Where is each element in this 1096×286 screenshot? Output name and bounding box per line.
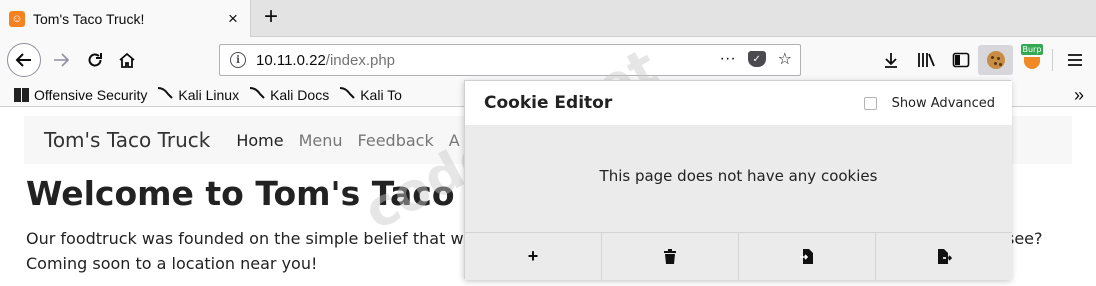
import-button[interactable] bbox=[739, 232, 876, 280]
sidebar-icon[interactable] bbox=[943, 45, 978, 75]
show-advanced-toggle[interactable]: Show Advanced bbox=[863, 96, 995, 111]
bookmark-label: Kali Linux bbox=[178, 86, 240, 103]
bookmark-label: Kali To bbox=[360, 86, 402, 103]
new-tab-button[interactable]: + bbox=[258, 5, 284, 31]
url-actions: ··· ✓ ☆ bbox=[720, 49, 792, 69]
burp-button[interactable]: Burp bbox=[1013, 44, 1048, 75]
downloads-icon[interactable] bbox=[873, 45, 908, 75]
kali-icon bbox=[157, 87, 174, 102]
burp-badge: Burp bbox=[1020, 44, 1044, 55]
tab-title: Tom's Taco Truck! bbox=[33, 10, 145, 27]
plus-icon: + bbox=[527, 246, 539, 266]
cookie-editor-popup: Cookie Editor Show Advanced This page do… bbox=[464, 80, 1012, 280]
nav-link-about[interactable]: A bbox=[449, 131, 460, 150]
trash-icon bbox=[664, 249, 676, 264]
cookie-icon bbox=[986, 51, 1005, 69]
popup-action-bar: + bbox=[465, 232, 1012, 280]
popup-header: Cookie Editor Show Advanced bbox=[465, 81, 1012, 125]
url-bar[interactable]: i 10.11.0.22/index.php ··· ✓ ☆ bbox=[219, 44, 801, 76]
export-icon bbox=[937, 249, 952, 264]
bookmark-label: Offensive Security bbox=[34, 86, 148, 103]
offsec-icon bbox=[14, 87, 29, 102]
show-advanced-checkbox[interactable] bbox=[863, 97, 877, 110]
reload-button[interactable] bbox=[80, 45, 110, 75]
import-icon bbox=[800, 249, 813, 264]
export-button[interactable] bbox=[876, 232, 1012, 280]
reload-icon bbox=[88, 53, 102, 67]
kali-icon bbox=[339, 87, 355, 102]
back-button[interactable] bbox=[7, 43, 41, 77]
page-actions-menu-icon[interactable]: ··· bbox=[720, 50, 736, 68]
bookmark-star-icon[interactable]: ☆ bbox=[778, 49, 792, 69]
url-host: 10.11.0.22 bbox=[256, 51, 326, 69]
forward-button[interactable] bbox=[46, 45, 76, 75]
bookmark-kali-linux[interactable]: Kali Linux bbox=[157, 87, 239, 103]
bookmarks-overflow-icon[interactable]: » bbox=[1074, 85, 1084, 106]
site-info-icon[interactable]: i bbox=[230, 52, 246, 68]
library-icon[interactable] bbox=[908, 45, 943, 75]
toolbar-right: Burp bbox=[873, 44, 1092, 75]
tab-strip: ☺ Tom's Taco Truck! × + bbox=[0, 0, 1096, 37]
cookie-editor-button[interactable] bbox=[978, 45, 1013, 75]
popup-title: Cookie Editor bbox=[484, 93, 613, 113]
home-icon bbox=[119, 52, 135, 68]
url-path: /index.php bbox=[325, 51, 396, 69]
forward-arrow-icon bbox=[54, 53, 70, 67]
show-advanced-label: Show Advanced bbox=[891, 96, 995, 111]
hamburger-menu-icon[interactable] bbox=[1057, 45, 1092, 75]
toolbar-separator bbox=[1052, 49, 1053, 71]
tab-active[interactable]: ☺ Tom's Taco Truck! × bbox=[0, 0, 251, 37]
home-button[interactable] bbox=[112, 45, 142, 75]
nav-link-home[interactable]: Home bbox=[236, 131, 283, 150]
burp-icon: Burp bbox=[1020, 44, 1044, 71]
bookmark-label: Kali Docs bbox=[270, 86, 330, 103]
bookmark-offensive-security[interactable]: Offensive Security bbox=[14, 87, 147, 103]
tab-close-icon[interactable]: × bbox=[222, 9, 244, 29]
tab-favicon-icon: ☺ bbox=[9, 10, 25, 27]
kali-icon bbox=[249, 87, 265, 102]
navigation-toolbar: i 10.11.0.22/index.php ··· ✓ ☆ Burp bbox=[0, 37, 1096, 83]
site-brand[interactable]: Tom's Taco Truck bbox=[44, 128, 210, 152]
cookie-list-area: This page does not have any cookies bbox=[465, 125, 1012, 232]
back-arrow-icon bbox=[15, 53, 31, 67]
empty-cookies-message: This page does not have any cookies bbox=[599, 167, 878, 185]
nav-link-feedback[interactable]: Feedback bbox=[358, 131, 434, 150]
nav-link-menu[interactable]: Menu bbox=[299, 131, 343, 150]
delete-all-button[interactable] bbox=[602, 232, 739, 280]
bookmark-kali-docs[interactable]: Kali Docs bbox=[249, 87, 329, 103]
pocket-icon[interactable]: ✓ bbox=[747, 51, 766, 67]
add-cookie-button[interactable]: + bbox=[465, 232, 602, 280]
bookmark-kali-tools[interactable]: Kali To bbox=[339, 87, 402, 103]
